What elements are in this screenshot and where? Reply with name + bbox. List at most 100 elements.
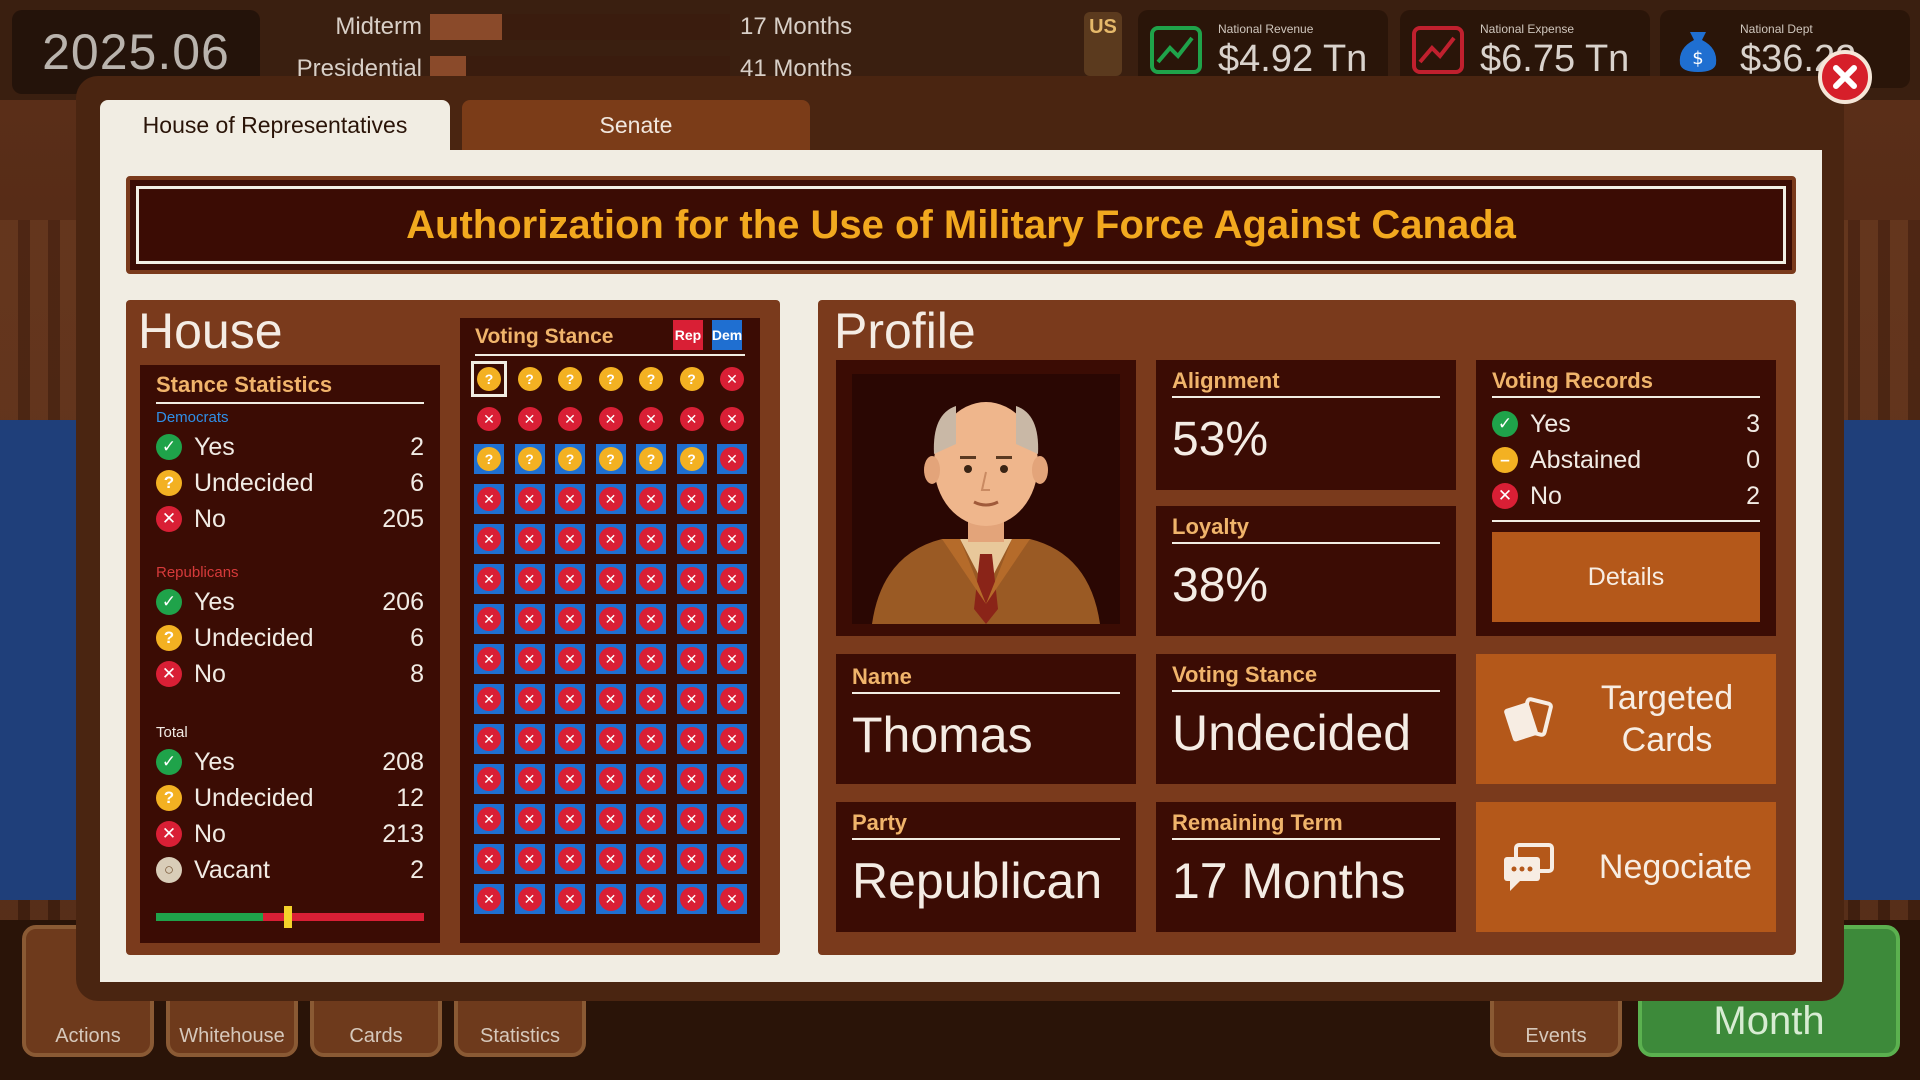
seat[interactable]: ✕ (676, 764, 707, 794)
seat[interactable]: ✕ (474, 844, 504, 874)
seat[interactable]: ✕ (595, 644, 626, 674)
seat[interactable]: ✕ (676, 564, 707, 594)
seat[interactable]: ✕ (636, 844, 666, 874)
seat[interactable]: ✕ (514, 604, 545, 634)
seat[interactable]: ✕ (636, 524, 666, 554)
seat[interactable]: ✕ (595, 604, 626, 634)
seat[interactable]: ? (595, 444, 626, 474)
seat[interactable]: ✕ (676, 804, 707, 834)
seat[interactable]: ✕ (676, 644, 707, 674)
seat[interactable]: ✕ (474, 724, 504, 754)
seat[interactable]: ✕ (514, 684, 545, 714)
seat[interactable]: ? (514, 444, 545, 474)
seat[interactable]: ✕ (474, 404, 504, 434)
seat[interactable]: ✕ (677, 404, 707, 434)
seat[interactable]: ✕ (717, 644, 747, 674)
seat[interactable]: ✕ (717, 524, 747, 554)
seat[interactable]: ✕ (555, 644, 585, 674)
seat[interactable]: ✕ (514, 844, 545, 874)
seat[interactable]: ✕ (474, 804, 504, 834)
seat[interactable]: ✕ (474, 484, 504, 514)
seat[interactable]: ✕ (555, 724, 585, 754)
seat[interactable]: ✕ (555, 564, 585, 594)
seat[interactable]: ✕ (595, 564, 626, 594)
seat[interactable]: ✕ (595, 884, 626, 914)
seat[interactable]: ✕ (595, 684, 626, 714)
seat[interactable]: ✕ (717, 444, 747, 474)
seat[interactable]: ✕ (717, 804, 747, 834)
seat[interactable]: ✕ (636, 804, 666, 834)
seat[interactable]: ? (677, 364, 707, 394)
seat[interactable]: ✕ (636, 644, 666, 674)
seat[interactable]: ✕ (474, 644, 504, 674)
seat[interactable]: ✕ (636, 404, 666, 434)
seat[interactable]: ✕ (555, 684, 585, 714)
seat[interactable]: ✕ (595, 844, 626, 874)
seat[interactable]: ✕ (676, 484, 707, 514)
negotiate-button[interactable]: Negociate (1476, 802, 1776, 932)
seat[interactable]: ✕ (676, 524, 707, 554)
seat[interactable]: ✕ (474, 764, 504, 794)
seat[interactable]: ✕ (514, 884, 545, 914)
seat[interactable]: ✕ (595, 524, 626, 554)
seat[interactable]: ✕ (474, 524, 504, 554)
seat[interactable]: ✕ (676, 884, 707, 914)
seat[interactable]: ✕ (636, 724, 666, 754)
details-button[interactable]: Details (1492, 532, 1760, 622)
seat[interactable]: ✕ (514, 764, 545, 794)
seat[interactable]: ? (474, 444, 504, 474)
seat[interactable]: ✕ (555, 484, 585, 514)
seat[interactable]: ✕ (514, 524, 545, 554)
seat[interactable]: ✕ (636, 564, 666, 594)
targeted-cards-button[interactable]: Targeted Cards (1476, 654, 1776, 784)
dem-filter-toggle[interactable]: Dem (712, 320, 742, 350)
seat[interactable]: ✕ (515, 404, 545, 434)
seat[interactable]: ✕ (717, 764, 747, 794)
seat[interactable]: ✕ (596, 404, 626, 434)
seat[interactable]: ? (515, 364, 545, 394)
seat[interactable]: ✕ (676, 724, 707, 754)
tab-senate[interactable]: Senate (462, 100, 810, 150)
seat[interactable]: ✕ (595, 724, 626, 754)
seat[interactable]: ✕ (514, 564, 545, 594)
seat[interactable]: ✕ (555, 804, 585, 834)
seat[interactable]: ✕ (595, 484, 626, 514)
seat[interactable]: ✕ (717, 724, 747, 754)
seat[interactable]: ? (676, 444, 707, 474)
seat[interactable]: ✕ (676, 604, 707, 634)
seat[interactable]: ✕ (717, 364, 747, 394)
seat[interactable]: ✕ (474, 684, 504, 714)
close-button[interactable] (1818, 50, 1872, 104)
seat[interactable]: ✕ (514, 484, 545, 514)
seat[interactable]: ? (636, 444, 666, 474)
seat[interactable]: ✕ (595, 764, 626, 794)
tab-house-of-representatives[interactable]: House of Representatives (100, 100, 450, 150)
seat[interactable]: ? (471, 361, 507, 397)
seat[interactable]: ? (555, 364, 585, 394)
seat[interactable]: ✕ (636, 604, 666, 634)
seat[interactable]: ✕ (555, 884, 585, 914)
seat[interactable]: ✕ (636, 484, 666, 514)
seat[interactable]: ✕ (514, 724, 545, 754)
seat[interactable]: ✕ (717, 484, 747, 514)
seat[interactable]: ✕ (717, 684, 747, 714)
seat[interactable]: ? (555, 444, 585, 474)
seat[interactable]: ✕ (474, 884, 504, 914)
seat[interactable]: ✕ (676, 844, 707, 874)
seat[interactable]: ✕ (555, 404, 585, 434)
seat[interactable]: ✕ (717, 604, 747, 634)
seat[interactable]: ✕ (555, 844, 585, 874)
seat[interactable]: ✕ (474, 564, 504, 594)
seat[interactable]: ✕ (717, 844, 747, 874)
seat[interactable]: ✕ (717, 884, 747, 914)
seat[interactable]: ✕ (514, 644, 545, 674)
seat[interactable]: ✕ (676, 684, 707, 714)
seat[interactable]: ✕ (636, 684, 666, 714)
seat[interactable]: ✕ (636, 764, 666, 794)
seat[interactable]: ✕ (555, 764, 585, 794)
country-selector[interactable]: US (1084, 12, 1122, 76)
seat[interactable]: ✕ (636, 884, 666, 914)
seat[interactable]: ✕ (717, 564, 747, 594)
seat[interactable]: ✕ (555, 524, 585, 554)
seat[interactable]: ✕ (717, 404, 747, 434)
